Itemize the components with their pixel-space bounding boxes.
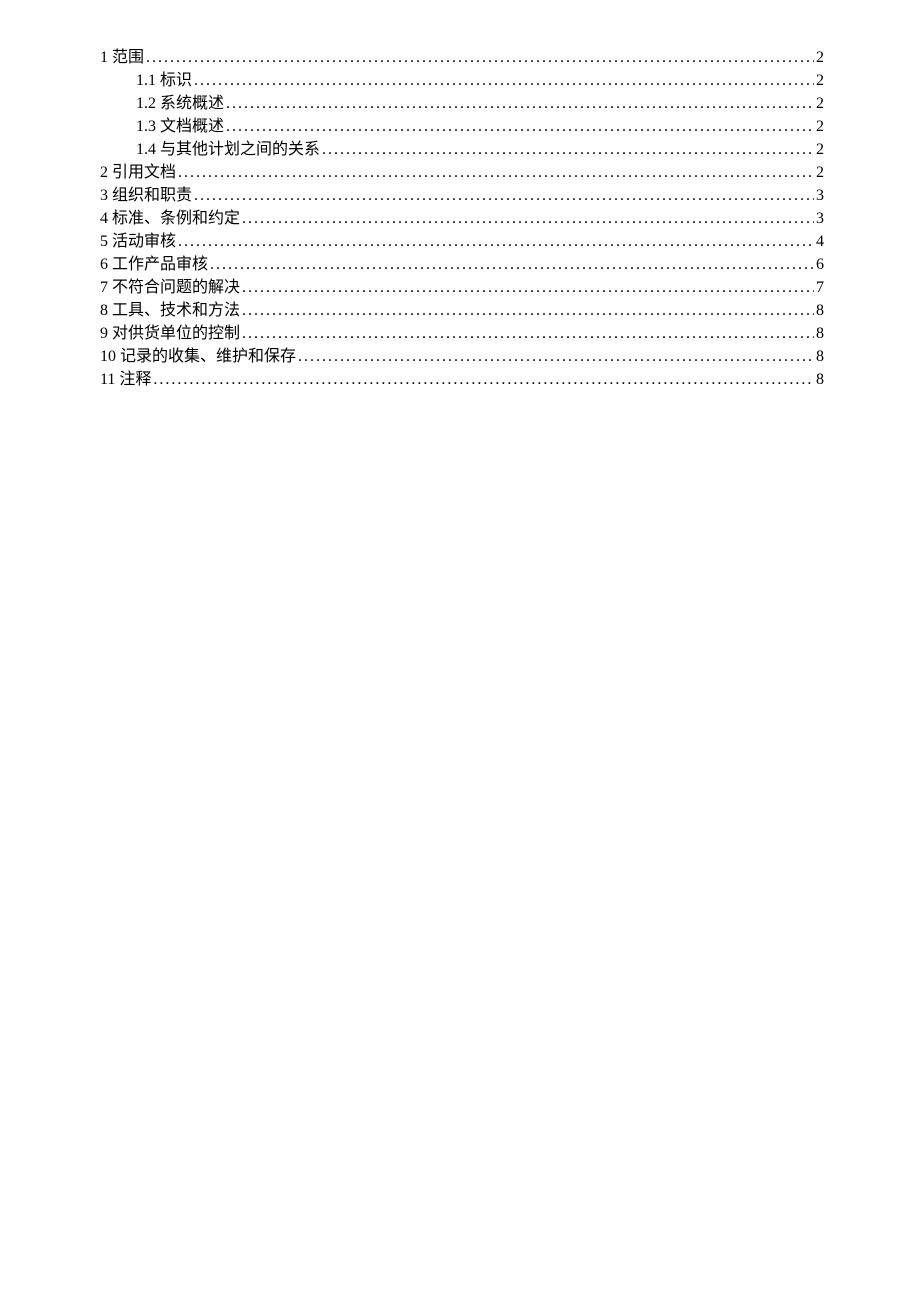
toc-number: 9 [100,322,108,345]
toc-page: 2 [816,161,824,184]
toc-page: 8 [816,299,824,322]
toc-page: 4 [816,230,824,253]
toc-page: 8 [816,322,824,345]
toc-page: 7 [816,276,824,299]
toc-leader [298,345,814,368]
toc-number: 1.4 [136,138,156,161]
toc-leader [146,46,814,69]
toc-entry: 3 组织和职责 3 [100,184,824,207]
toc-leader [242,276,814,299]
toc-entry: 7 不符合问题的解决 7 [100,276,824,299]
toc-title: 注释 [119,368,151,391]
toc-number: 1.1 [136,69,156,92]
toc-entry: 1 范围 2 [100,46,824,69]
toc-title: 系统概述 [160,92,224,115]
toc-number: 4 [100,207,108,230]
toc-title: 工作产品审核 [112,253,208,276]
toc-entry: 9 对供货单位的控制 8 [100,322,824,345]
toc-title: 标识 [160,69,192,92]
toc-entry: 2 引用文档 2 [100,161,824,184]
toc-page: 8 [816,345,824,368]
toc-page: 3 [816,207,824,230]
toc-leader [226,92,814,115]
toc-number: 7 [100,276,108,299]
toc-leader [226,115,814,138]
toc-leader [178,230,814,253]
toc-entry: 5 活动审核 4 [100,230,824,253]
toc-page: 2 [816,69,824,92]
toc-leader [322,138,814,161]
toc-leader [153,368,814,391]
toc-title: 工具、技术和方法 [112,299,240,322]
toc-page: 3 [816,184,824,207]
toc-page: 2 [816,138,824,161]
toc-leader [242,207,814,230]
toc-title: 标准、条例和约定 [112,207,240,230]
toc-title: 范围 [112,46,144,69]
toc-number: 5 [100,230,108,253]
toc-title: 文档概述 [160,115,224,138]
toc-title: 对供货单位的控制 [112,322,240,345]
table-of-contents: 1 范围 2 1.1 标识 2 1.2 系统概述 2 1.3 文档概述 2 1.… [100,46,824,391]
toc-entry: 8 工具、技术和方法 8 [100,299,824,322]
toc-number: 1.3 [136,115,156,138]
toc-number: 11 [100,368,115,391]
toc-entry: 11 注释 8 [100,368,824,391]
toc-title: 与其他计划之间的关系 [160,138,320,161]
toc-entry: 4 标准、条例和约定 3 [100,207,824,230]
toc-leader [210,253,814,276]
toc-page: 6 [816,253,824,276]
toc-leader [242,322,814,345]
toc-entry: 1.1 标识 2 [100,69,824,92]
toc-entry: 1.2 系统概述 2 [100,92,824,115]
toc-entry: 6 工作产品审核 6 [100,253,824,276]
toc-number: 1.2 [136,92,156,115]
toc-number: 8 [100,299,108,322]
toc-title: 组织和职责 [112,184,192,207]
toc-title: 引用文档 [112,161,176,184]
toc-number: 10 [100,345,116,368]
toc-number: 6 [100,253,108,276]
toc-page: 2 [816,115,824,138]
toc-leader [194,69,814,92]
toc-leader [194,184,814,207]
toc-page: 2 [816,46,824,69]
toc-title: 活动审核 [112,230,176,253]
toc-entry: 1.4 与其他计划之间的关系 2 [100,138,824,161]
toc-number: 2 [100,161,108,184]
toc-page: 8 [816,368,824,391]
toc-leader [178,161,814,184]
toc-title: 不符合问题的解决 [112,276,240,299]
toc-leader [242,299,814,322]
toc-entry: 10 记录的收集、维护和保存 8 [100,345,824,368]
toc-entry: 1.3 文档概述 2 [100,115,824,138]
toc-number: 1 [100,46,108,69]
toc-page: 2 [816,92,824,115]
toc-number: 3 [100,184,108,207]
toc-title: 记录的收集、维护和保存 [120,345,296,368]
